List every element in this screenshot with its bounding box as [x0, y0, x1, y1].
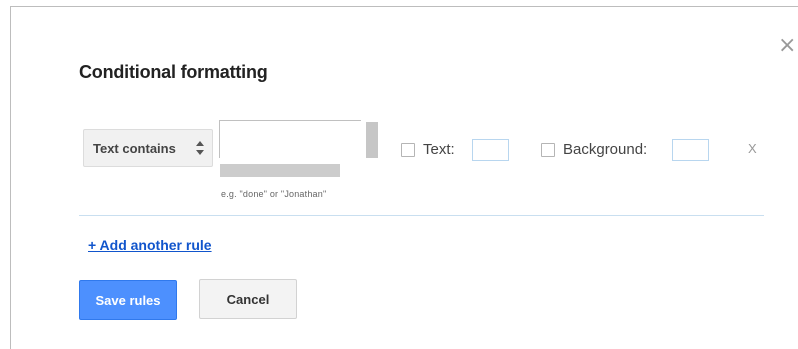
text-color-swatch[interactable] — [472, 139, 509, 161]
save-rules-button[interactable]: Save rules — [79, 280, 177, 320]
condition-select[interactable]: Text contains — [83, 129, 213, 167]
add-rule-link[interactable]: + Add another rule — [88, 237, 212, 253]
background-color-checkbox[interactable] — [541, 143, 555, 157]
conditional-formatting-dialog: × Conditional formatting Text contains e… — [10, 6, 798, 349]
input-hint: e.g. "done" or "Jonathan" — [221, 189, 327, 199]
condition-select-value: Text contains — [93, 140, 176, 156]
background-color-label: Background: — [563, 141, 648, 158]
text-color-label: Text: — [423, 141, 455, 158]
close-icon[interactable]: × — [778, 35, 796, 57]
dialog-title: Conditional formatting — [79, 62, 268, 82]
vertical-resize-handle[interactable] — [366, 122, 378, 158]
divider — [79, 215, 764, 216]
horizontal-resize-handle[interactable] — [220, 164, 340, 177]
remove-rule-icon[interactable]: X — [748, 141, 757, 156]
cancel-button[interactable]: Cancel — [199, 279, 297, 319]
condition-value-input[interactable] — [219, 120, 361, 158]
up-down-arrows-icon — [196, 141, 204, 155]
background-color-swatch[interactable] — [672, 139, 709, 161]
text-color-checkbox[interactable] — [401, 143, 415, 157]
